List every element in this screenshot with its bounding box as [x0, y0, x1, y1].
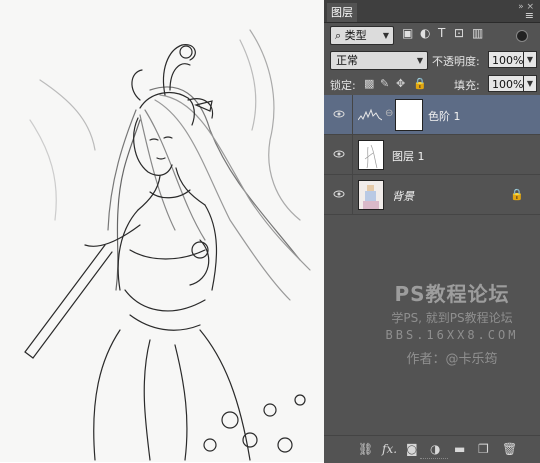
filter-type-dropdown[interactable]: ⌕ 类型 ▼: [330, 26, 394, 45]
image-filter-icon[interactable]: ▣: [402, 26, 413, 40]
lock-all-icon[interactable]: 🔒: [413, 77, 427, 90]
type-filter-icon[interactable]: T: [438, 26, 445, 40]
search-icon: ⌕: [335, 29, 342, 42]
mask-link-icon[interactable]: ⊖: [385, 108, 393, 119]
mask-icon[interactable]: ◙: [406, 442, 418, 456]
link-layers-icon[interactable]: ⛓: [358, 442, 373, 456]
layer-name[interactable]: 图层 1: [392, 148, 425, 164]
chevron-down-icon: ▼: [382, 31, 389, 40]
blend-mode-value: 正常: [336, 54, 358, 67]
photoshop-window: 图层 » × ≡ ⌕ 类型 ▼ ▣ ◐ T ⊡ ▥ 正常 ▼ 不透明度: 100…: [0, 0, 540, 463]
layer-thumbnail[interactable]: [358, 140, 384, 170]
new-layer-icon[interactable]: ❐: [478, 442, 489, 456]
eye-icon[interactable]: [333, 148, 345, 160]
shape-filter-icon[interactable]: ⊡: [454, 26, 464, 40]
filter-type-label: 类型: [344, 29, 367, 42]
layer-name[interactable]: 背景: [392, 188, 414, 204]
fill-input[interactable]: 100%: [488, 75, 524, 92]
blend-mode-dropdown[interactable]: 正常 ▼: [330, 51, 428, 70]
filter-toggle-icon[interactable]: [516, 30, 528, 42]
layers-bottom-bar: ⛓ fx. ◙ ◑ ▬ ❐ 🗑: [324, 435, 540, 463]
levels-adjustment-icon: [357, 107, 383, 121]
layers-panel: 图层 » × ≡ ⌕ 类型 ▼ ▣ ◐ T ⊡ ▥ 正常 ▼ 不透明度: 100…: [324, 0, 540, 463]
delete-icon[interactable]: 🗑: [502, 442, 517, 456]
eye-icon[interactable]: [333, 108, 345, 120]
layer-name[interactable]: 色阶 1: [428, 108, 461, 124]
watermark-line3: BBS.16XX8.COM: [385, 328, 519, 342]
watermark-line2: 学PS, 就到PS教程论坛: [391, 311, 513, 325]
watermark: PS教程论坛 学PS, 就到PS教程论坛 BBS.16XX8.COM 作者：@卡…: [364, 278, 540, 367]
watermark-title: PS教程论坛: [394, 282, 510, 306]
opacity-stepper-icon[interactable]: ▼: [523, 51, 537, 68]
panel-header: 图层 » × ≡: [324, 0, 540, 23]
fill-label: 填充:: [454, 79, 480, 92]
mask-thumbnail[interactable]: [396, 100, 422, 130]
divider: [352, 95, 353, 135]
fill-stepper-icon[interactable]: ▼: [523, 75, 537, 92]
eye-icon[interactable]: [333, 188, 345, 200]
adjustment-filter-icon[interactable]: ◐: [420, 26, 430, 40]
opacity-input[interactable]: 100%: [488, 51, 524, 68]
lock-label: 锁定:: [330, 79, 356, 92]
opacity-label: 不透明度:: [432, 55, 480, 68]
smart-object-filter-icon[interactable]: ▥: [472, 26, 483, 40]
lock-transparent-icon[interactable]: ▩: [364, 77, 374, 90]
chevron-down-icon: ▼: [416, 56, 423, 65]
layer-row-levels[interactable]: ⊖ 色阶 1: [324, 95, 540, 135]
divider: [352, 135, 353, 175]
lock-paint-icon[interactable]: ✎: [380, 77, 389, 90]
lock-icon: 🔒: [510, 188, 524, 201]
sketch-artwork: [24, 29, 311, 461]
layer-row-layer1[interactable]: 图层 1: [324, 135, 540, 175]
layer-row-background[interactable]: 背景 🔒: [324, 175, 540, 215]
watermark-author: 作者：@卡乐筠: [406, 352, 498, 367]
document-canvas[interactable]: [0, 0, 324, 462]
tab-layers[interactable]: 图层: [327, 3, 357, 22]
fx-icon[interactable]: fx.: [382, 442, 397, 456]
adjustment-icon[interactable]: ◑: [430, 442, 440, 456]
layer-thumbnail[interactable]: [358, 180, 384, 210]
lock-move-icon[interactable]: ✥: [396, 77, 405, 90]
group-icon[interactable]: ▬: [454, 442, 465, 456]
divider: [352, 175, 353, 215]
resize-grip[interactable]: [420, 458, 448, 462]
panel-menu-icon[interactable]: ≡: [525, 9, 534, 22]
